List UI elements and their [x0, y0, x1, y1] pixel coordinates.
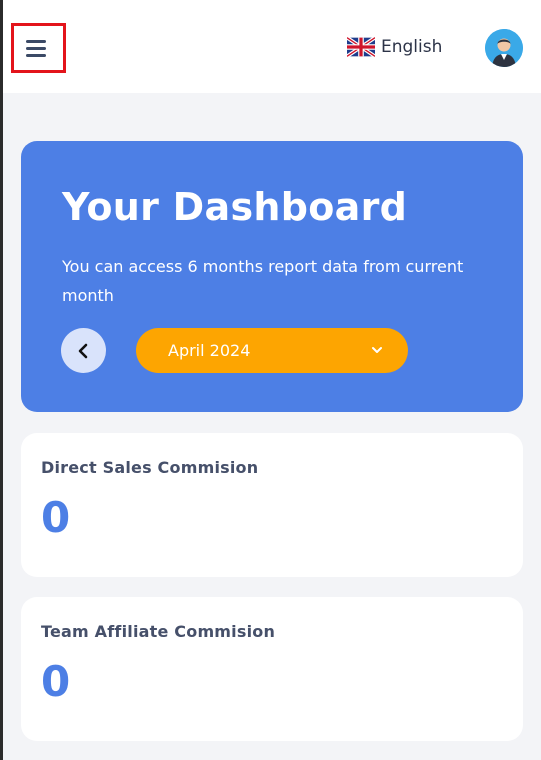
hero-subtitle: You can access 6 months report data from… — [62, 257, 464, 305]
page-title: Your Dashboard — [62, 185, 408, 229]
previous-month-button[interactable] — [61, 328, 106, 373]
card-label: Direct Sales Commision — [41, 458, 259, 477]
team-affiliate-commission-card: Team Affiliate Commision 0 — [21, 597, 523, 741]
card-value: 0 — [41, 493, 71, 542]
menu-button[interactable] — [11, 23, 66, 73]
month-dropdown[interactable]: April 2024 — [136, 328, 408, 373]
card-label: Team Affiliate Commision — [41, 622, 276, 641]
direct-sales-commission-card: Direct Sales Commision 0 — [21, 433, 523, 577]
chevron-left-icon — [78, 343, 87, 358]
user-avatar[interactable] — [485, 29, 523, 67]
language-selector[interactable]: English — [347, 35, 442, 59]
dashboard-hero-card: Your Dashboard You can access 6 months r… — [21, 141, 523, 412]
language-label: English — [381, 37, 443, 57]
selected-month: April 2024 — [168, 341, 251, 360]
chevron-down-icon — [372, 347, 382, 353]
card-value: 0 — [41, 657, 71, 706]
uk-flag-icon — [347, 37, 375, 57]
top-bar: English — [3, 0, 541, 93]
user-avatar-icon — [485, 29, 523, 67]
